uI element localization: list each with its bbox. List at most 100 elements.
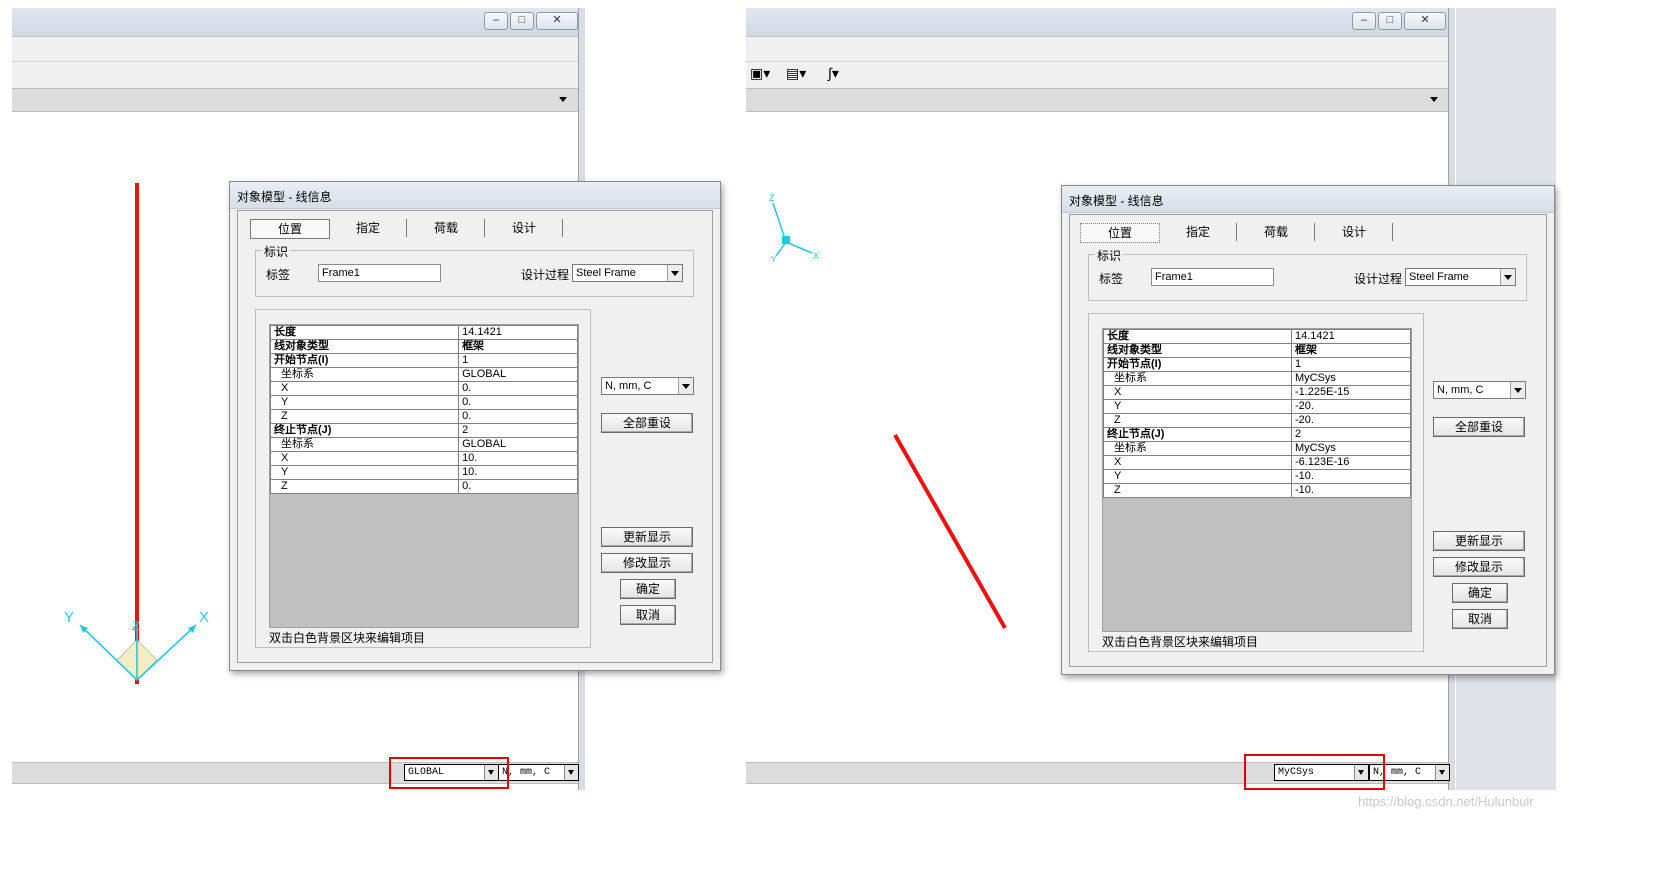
chevron-down-icon[interactable] — [667, 265, 682, 281]
tab-design[interactable]: 设计 — [1316, 223, 1393, 241]
properties-table: 长度 14.1421 线对象类型 框架 开始节点(I) 1 坐标系 GLOBAL X 0. Y 0. Z… — [269, 325, 578, 494]
property-name: X — [1103, 385, 1292, 400]
tab-location[interactable]: 位置 — [250, 219, 330, 239]
table-row: 坐标系 MyCSys — [1103, 441, 1412, 456]
units-select[interactable]: N, mm, C — [1433, 381, 1526, 399]
refresh-display-button[interactable]: 更新显示 — [601, 527, 693, 547]
property-name: 坐标系 — [1103, 441, 1292, 456]
tab-assign[interactable]: 指定 — [330, 219, 407, 237]
chevron-down-icon[interactable] — [1500, 269, 1515, 285]
property-value[interactable]: 1 — [1290, 357, 1412, 372]
property-value[interactable]: MyCSys — [1290, 441, 1412, 456]
label-field[interactable]: Frame1 — [1151, 268, 1274, 286]
property-name: 线对象类型 — [269, 339, 460, 354]
ok-button[interactable]: 确定 — [1452, 583, 1508, 603]
property-name: Y — [269, 395, 460, 410]
reset-all-button[interactable]: 全部重设 — [1433, 417, 1525, 437]
cancel-button[interactable]: 取消 — [620, 605, 676, 625]
properties-table: 长度 14.1421 线对象类型 框架 开始节点(I) 1 坐标系 MyCSys X -1.225… — [1103, 329, 1412, 498]
property-value[interactable]: -6.123E-16 — [1290, 455, 1412, 470]
property-value[interactable]: GLOBAL — [458, 367, 578, 382]
design-proc-select[interactable]: Steel Frame — [572, 264, 683, 282]
property-value[interactable]: 框架 — [1290, 343, 1412, 358]
property-value[interactable]: -1.225E-15 — [1290, 385, 1412, 400]
dialog-tab-panel: 位置 指定 荷载 设计 标识 标签 Frame1 设计过程 Steel Fram… — [237, 210, 713, 663]
chevron-down-icon[interactable] — [678, 378, 693, 394]
right-axis-triad — [772, 202, 813, 257]
properties-grid: 长度 14.1421 线对象类型 框架 开始节点(I) 1 坐标系 GLOBAL X 0. Y 0. Z… — [269, 324, 579, 628]
property-name: 长度 — [269, 325, 460, 340]
label-field[interactable]: Frame1 — [318, 264, 441, 282]
table-row: 开始节点(I) 1 — [269, 353, 578, 368]
property-name: 开始节点(I) — [1103, 357, 1292, 372]
property-value[interactable]: 0. — [458, 479, 578, 494]
table-row: Z -10. — [1103, 483, 1412, 498]
property-name: 终止节点(J) — [1103, 427, 1292, 442]
tab-loads[interactable]: 荷载 — [408, 219, 485, 237]
table-row: Z 0. — [269, 479, 578, 494]
property-value[interactable]: 框架 — [458, 339, 578, 354]
axis-x-label: X — [813, 251, 819, 261]
properties-panel: 长度 14.1421 线对象类型 框架 开始节点(I) 1 坐标系 MyCSys X -1.225… — [1088, 313, 1424, 652]
left-line-info-dialog: 对象模型 - 线信息 位置 指定 荷载 设计 标识 标签 Frame1 设计过程… — [229, 181, 721, 671]
properties-grid: 长度 14.1421 线对象类型 框架 开始节点(I) 1 坐标系 MyCSys X -1.225… — [1102, 328, 1412, 632]
property-value[interactable]: GLOBAL — [458, 437, 578, 452]
property-value[interactable]: 10. — [458, 451, 578, 466]
property-value[interactable]: 14.1421 — [1290, 329, 1412, 344]
property-value[interactable]: 0. — [458, 409, 578, 424]
edit-hint: 双击白色背景区块来编辑项目 — [1102, 635, 1259, 649]
table-row: Z 0. — [269, 409, 578, 424]
table-row: 坐标系 MyCSys — [1103, 371, 1412, 386]
table-row: 终止节点(J) 2 — [269, 423, 578, 438]
property-name: Y — [1103, 399, 1292, 414]
tab-loads[interactable]: 荷载 — [1238, 223, 1315, 241]
design-proc-select[interactable]: Steel Frame — [1405, 268, 1516, 286]
property-value[interactable]: -20. — [1290, 413, 1412, 428]
axis-z-label: Z — [769, 193, 775, 203]
right-line-info-dialog: 对象模型 - 线信息 位置 指定 荷载 设计 标识 标签 Frame1 设计过程… — [1061, 185, 1555, 675]
dialog-title: 对象模型 - 线信息 — [1069, 194, 1164, 208]
reset-all-button[interactable]: 全部重设 — [601, 413, 693, 433]
left-status-units-combo[interactable]: N, mm, C — [498, 764, 579, 781]
property-name: 长度 — [1103, 329, 1292, 344]
property-value[interactable]: -20. — [1290, 399, 1412, 414]
property-value[interactable]: MyCSys — [1290, 371, 1412, 386]
tab-assign[interactable]: 指定 — [1160, 223, 1237, 241]
ok-button[interactable]: 确定 — [620, 579, 676, 599]
refresh-display-button[interactable]: 更新显示 — [1433, 531, 1525, 551]
design-proc-caption: 设计过程 — [521, 268, 570, 282]
properties-panel: 长度 14.1421 线对象类型 框架 开始节点(I) 1 坐标系 GLOBAL X 0. Y 0. Z… — [255, 309, 591, 648]
property-name: Y — [1103, 469, 1292, 484]
property-value[interactable]: 14.1421 — [458, 325, 578, 340]
highlight-box — [389, 757, 509, 789]
table-row: 终止节点(J) 2 — [1103, 427, 1412, 442]
property-value[interactable]: 0. — [458, 381, 578, 396]
tab-design[interactable]: 设计 — [486, 219, 563, 237]
cancel-button[interactable]: 取消 — [1452, 609, 1508, 629]
tab-location[interactable]: 位置 — [1080, 223, 1160, 243]
table-row: Y -10. — [1103, 469, 1412, 484]
property-value[interactable]: 2 — [458, 423, 578, 438]
table-row: Z -20. — [1103, 413, 1412, 428]
chevron-down-icon[interactable] — [1510, 382, 1525, 398]
units-select[interactable]: N, mm, C — [601, 377, 694, 395]
label-caption: 标签 — [266, 268, 291, 282]
status-units-value: N, mm, C — [502, 767, 551, 778]
frame-line[interactable] — [893, 434, 1007, 629]
modify-display-button[interactable]: 修改显示 — [1433, 557, 1525, 577]
axis-y-label: Y — [64, 609, 74, 626]
property-value[interactable]: 2 — [1290, 427, 1412, 442]
property-value[interactable]: 10. — [458, 465, 578, 480]
identification-group: 标识 标签 Frame1 设计过程 Steel Frame — [255, 243, 694, 297]
chevron-down-icon[interactable] — [1435, 765, 1449, 780]
table-row: Y -20. — [1103, 399, 1412, 414]
property-value[interactable]: 0. — [458, 395, 578, 410]
property-value[interactable]: -10. — [1290, 483, 1412, 498]
group-label: 标识 — [262, 243, 291, 260]
modify-display-button[interactable]: 修改显示 — [601, 553, 693, 573]
property-value[interactable]: 1 — [458, 353, 578, 368]
table-row: 线对象类型 框架 — [1103, 343, 1412, 358]
chevron-down-icon[interactable] — [564, 765, 578, 780]
property-name: 坐标系 — [269, 437, 460, 452]
property-value[interactable]: -10. — [1290, 469, 1412, 484]
